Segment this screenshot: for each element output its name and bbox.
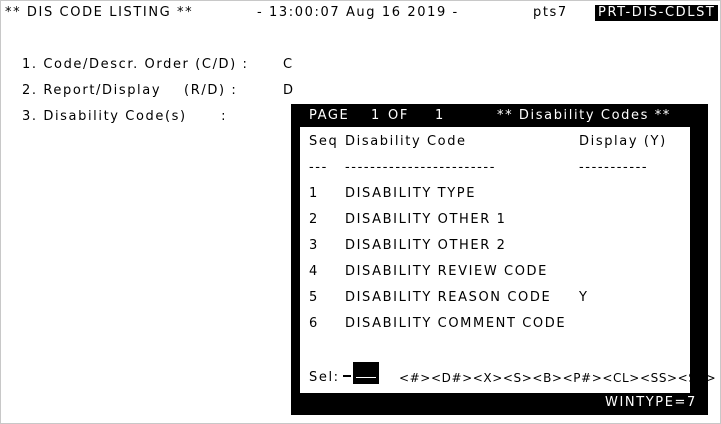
row-code: DISABILITY REVIEW CODE (345, 264, 548, 279)
row-seq: 3 (309, 238, 319, 253)
row-seq: 5 (309, 290, 319, 305)
page-total: 1 (435, 108, 445, 123)
row-seq: 2 (309, 212, 319, 227)
option-value[interactable]: D (283, 83, 295, 99)
option-label: 3. Disability Code(s) : (22, 109, 228, 124)
row-seq: 4 (309, 264, 319, 279)
option-value[interactable]: C (283, 57, 294, 73)
window-type: WINTYPE=7 (605, 395, 697, 410)
option-label: 2. Report/Display (R/D) : (22, 83, 238, 98)
selection-input-underline (356, 377, 376, 378)
text-cursor (343, 375, 351, 377)
command-hints: <#><D#><X><S><B><P#><CL><SS><SA> (399, 371, 717, 385)
page-of: OF (388, 108, 409, 123)
separator-seq: --- (309, 160, 328, 175)
row-seq: 1 (309, 186, 319, 201)
row-seq: 6 (309, 316, 319, 331)
row-code: DISABILITY COMMENT CODE (345, 316, 567, 331)
disability-codes-window: PAGE 1 OF 1 ** Disability Codes ** Seq D… (291, 104, 716, 415)
row-code: DISABILITY TYPE (345, 186, 477, 201)
program-id: PRT-DIS-CDLST (595, 5, 719, 21)
row-display[interactable]: Y (579, 290, 589, 306)
page-label: PAGE (309, 108, 350, 123)
timestamp: - 13:00:07 Aug 16 2019 - (257, 5, 459, 20)
row-code: DISABILITY OTHER 2 (345, 238, 507, 253)
option-label: 1. Code/Descr. Order (C/D) : (22, 57, 249, 72)
separator-display: ----------- (579, 160, 649, 175)
separator-code: ------------------------ (345, 160, 496, 175)
window-title: ** Disability Codes ** (497, 108, 671, 123)
terminal-screen: ** DIS CODE LISTING ** - 13:00:07 Aug 16… (0, 0, 721, 424)
screen-title: ** DIS CODE LISTING ** (5, 5, 194, 20)
column-header-display: Display (Y) (579, 134, 667, 149)
selection-label: Sel: (309, 370, 340, 385)
user-id: pts7 (533, 5, 568, 20)
column-header-seq: Seq (309, 134, 339, 149)
selection-input[interactable] (353, 362, 379, 384)
row-code: DISABILITY REASON CODE (345, 290, 552, 305)
codes-list-panel: Seq Disability Code Display (Y) --- ----… (300, 127, 716, 393)
row-code: DISABILITY OTHER 1 (345, 212, 507, 227)
page-current: 1 (371, 108, 381, 123)
column-header-code: Disability Code (345, 134, 467, 149)
